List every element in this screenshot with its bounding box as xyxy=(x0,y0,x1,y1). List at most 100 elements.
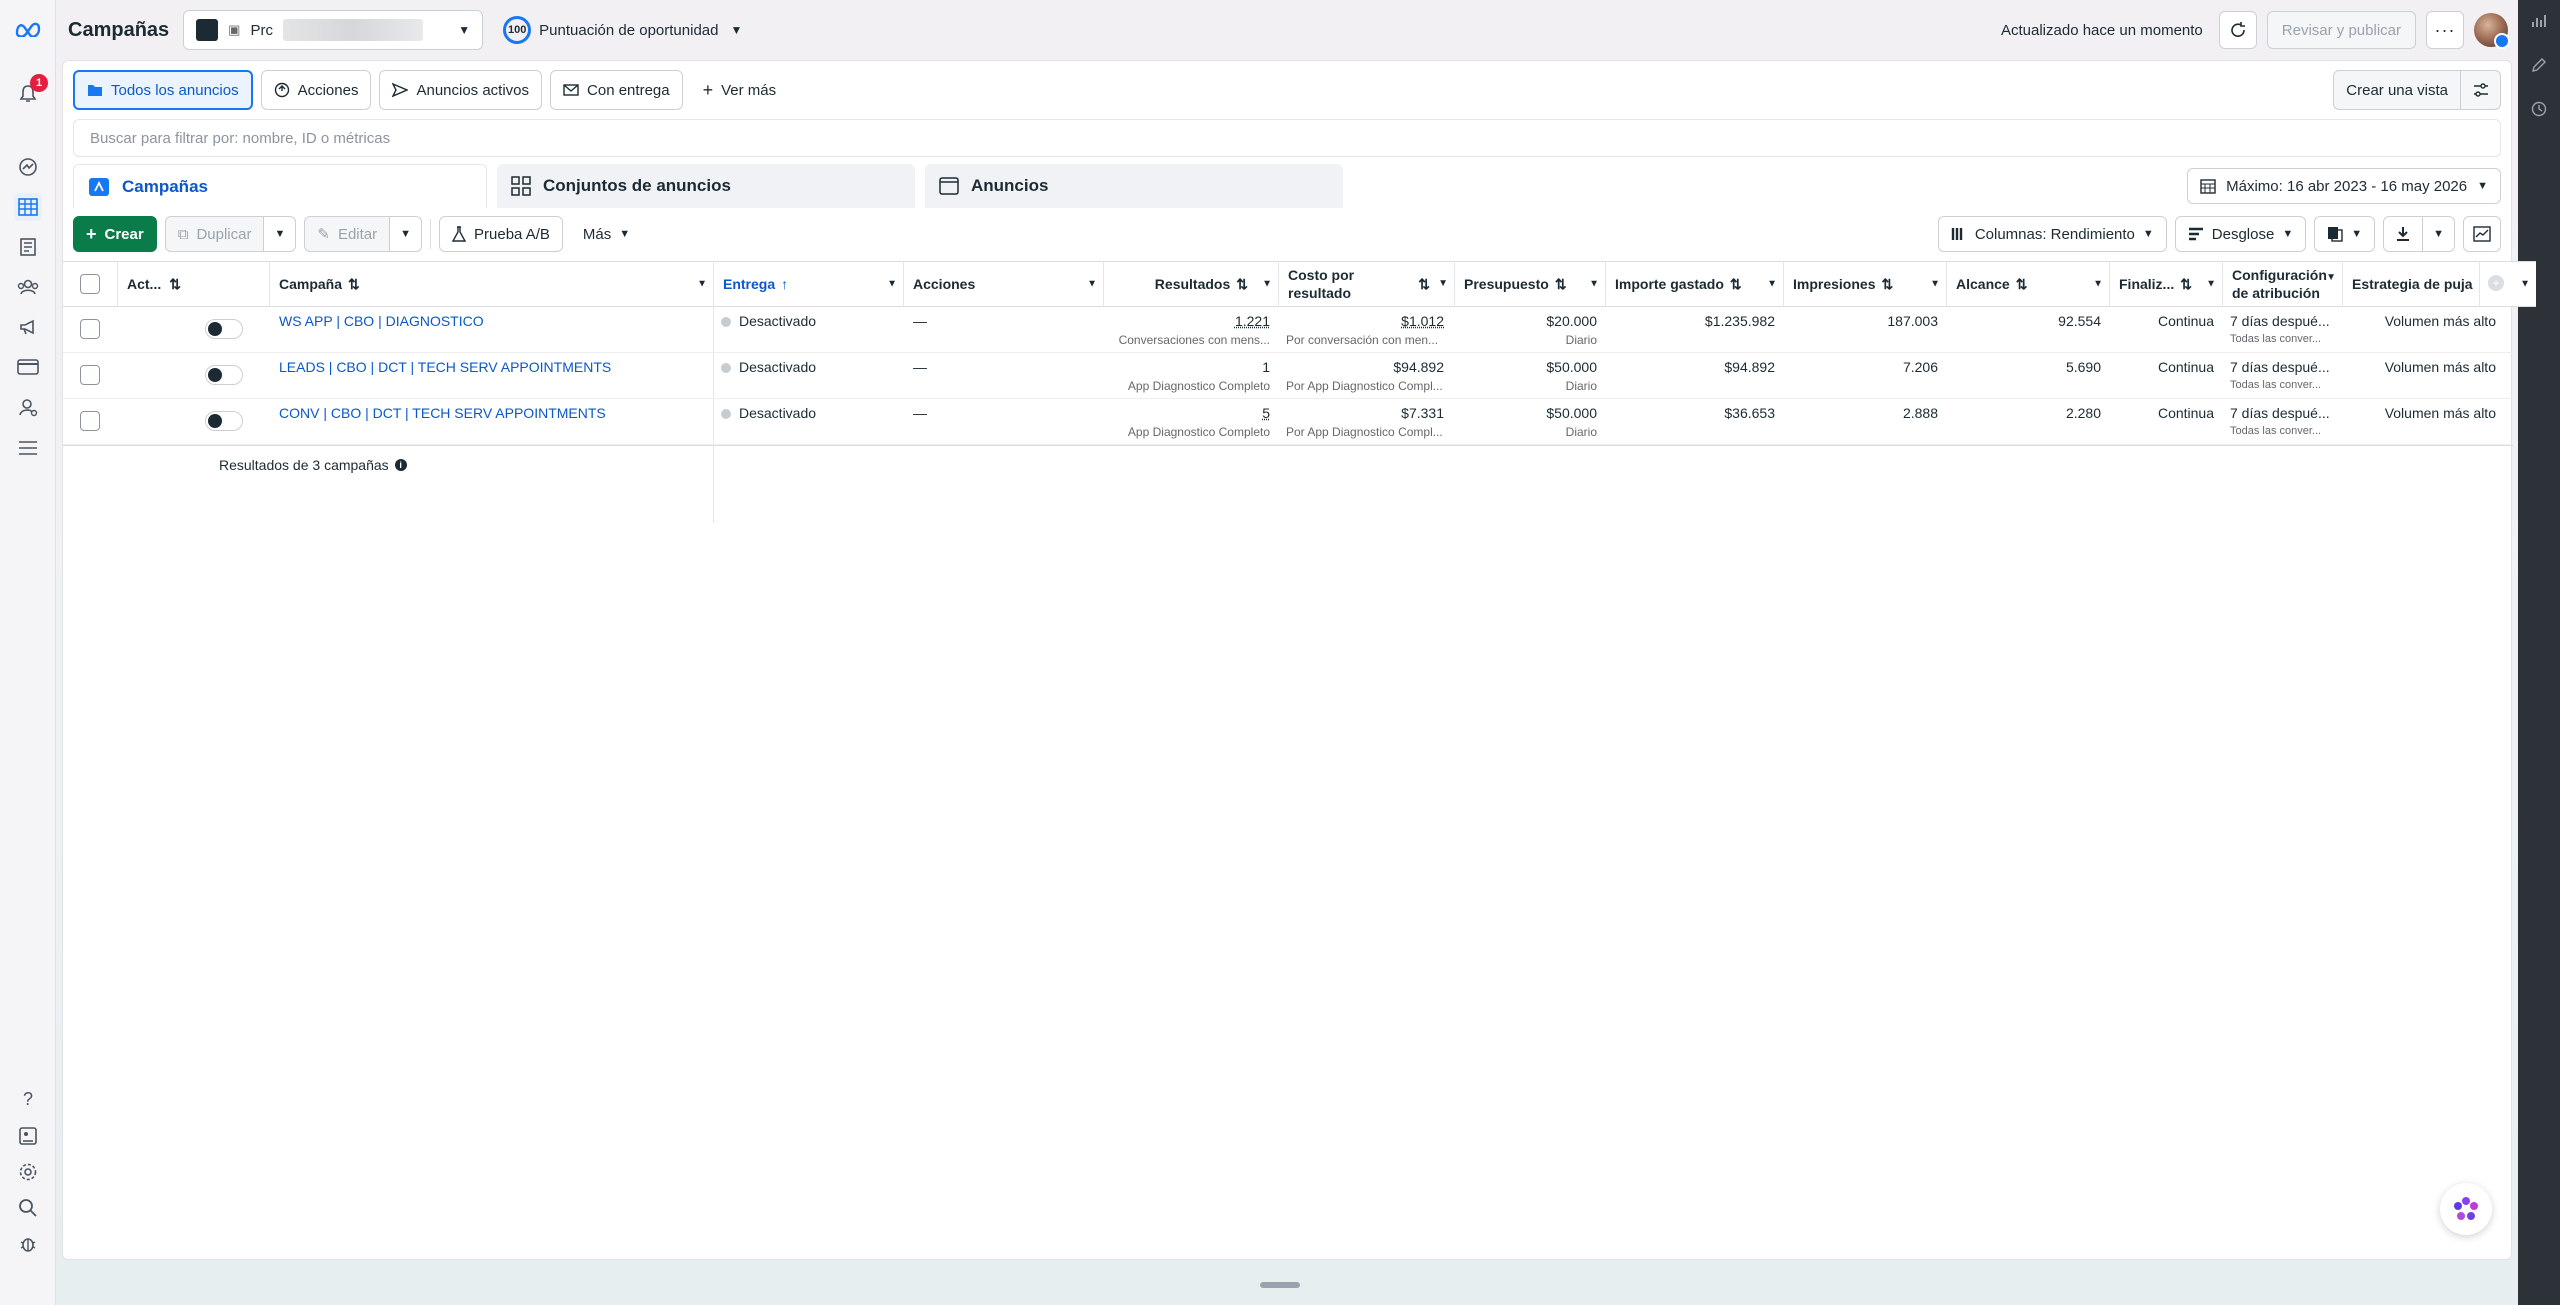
breakdown-button[interactable]: Desglose ▼ xyxy=(2174,216,2307,252)
col-header-actions[interactable]: Acciones ▼ xyxy=(903,261,1103,307)
billing-card-icon[interactable] xyxy=(14,353,42,381)
audience-icon[interactable] xyxy=(14,273,42,301)
people-settings-icon[interactable] xyxy=(14,393,42,421)
results-cell[interactable]: 1.221 Conversaciones con mens... xyxy=(1103,307,1278,353)
filter-with-delivery[interactable]: Con entrega xyxy=(550,70,683,110)
export-button[interactable] xyxy=(2383,216,2424,252)
reports-button[interactable]: ▼ xyxy=(2314,216,2376,252)
col-header-results[interactable]: Resultados ⇅ ▼ xyxy=(1103,261,1278,307)
budget-cell[interactable]: $20.000 Diario xyxy=(1454,307,1605,353)
dashboard-icon[interactable] xyxy=(14,153,42,181)
chart-icon[interactable] xyxy=(2530,12,2548,30)
edit-pencil-icon[interactable] xyxy=(2530,56,2548,74)
search-icon[interactable] xyxy=(14,1194,42,1222)
row-checkbox[interactable] xyxy=(80,411,100,431)
search-input[interactable] xyxy=(90,129,2500,147)
opportunity-score[interactable]: 100 Puntuación de oportunidad ▼ xyxy=(503,16,742,44)
filter-actions-label: Acciones xyxy=(297,81,359,99)
row-checkbox[interactable] xyxy=(80,365,100,385)
chevron-down-icon: ▼ xyxy=(1438,278,1448,289)
refresh-button[interactable] xyxy=(2218,11,2257,49)
meta-logo-icon[interactable] xyxy=(14,15,42,43)
resize-handle[interactable] xyxy=(1260,1282,1300,1288)
attribution-cell: 7 días despué... Todas las conver... xyxy=(2222,353,2342,399)
col-header-reach[interactable]: Alcance ⇅ ▼ xyxy=(1946,261,2109,307)
menu-icon[interactable] xyxy=(14,434,42,462)
ab-test-button[interactable]: Prueba A/B xyxy=(439,216,563,252)
results-cell[interactable]: 1 App Diagnostico Completo xyxy=(1103,353,1278,399)
budget-subtext: Diario xyxy=(1565,379,1597,393)
cost-subtext: Por App Diagnostico Compl... xyxy=(1286,425,1443,439)
col-header-amount-spent[interactable]: Importe gastado ⇅ ▼ xyxy=(1605,261,1783,307)
notifications-bell-icon[interactable]: 1 xyxy=(14,74,48,108)
opportunity-score-value: 100 xyxy=(503,16,532,44)
col-header-bid-strategy[interactable]: Estrategia de puja ▼ xyxy=(2342,261,2536,307)
add-column-icon[interactable]: + xyxy=(2488,275,2504,291)
bug-report-icon[interactable] xyxy=(14,1230,42,1258)
columns-button[interactable]: Columnas: Rendimiento ▼ xyxy=(1937,216,2167,252)
filter-all-ads[interactable]: Todos los anuncios xyxy=(73,70,253,110)
col-header-impressions[interactable]: Impresiones ⇅ ▼ xyxy=(1783,261,1946,307)
select-all-checkbox[interactable] xyxy=(80,274,100,294)
campaign-name-link[interactable]: CONV | CBO | DCT | TECH SERV APPOINTMENT… xyxy=(269,399,713,445)
col-header-cost-line1: Costo por xyxy=(1288,267,1355,283)
report-icon[interactable] xyxy=(14,1122,42,1150)
edit-dropdown[interactable]: ▼ xyxy=(390,216,423,252)
more-button[interactable]: Más ▼ xyxy=(571,216,642,252)
table-row[interactable]: CONV | CBO | DCT | TECH SERV APPOINTMENT… xyxy=(63,399,2513,445)
more-options-button[interactable]: ··· xyxy=(2426,11,2464,49)
campaigns-table-icon[interactable] xyxy=(14,193,42,221)
ai-assistant-button[interactable] xyxy=(2440,1183,2492,1235)
duplicate-dropdown[interactable]: ▼ xyxy=(264,216,297,252)
cost-per-result-cell[interactable]: $7.331 Por App Diagnostico Compl... xyxy=(1278,399,1454,445)
col-header-ends[interactable]: Finaliz... ⇅ ▼ xyxy=(2109,261,2222,307)
col-header-campaign[interactable]: Campaña ⇅ ▼ xyxy=(269,261,713,307)
search-filter-bar[interactable] xyxy=(73,119,2501,157)
tab-ad-sets[interactable]: Conjuntos de anuncios xyxy=(497,164,915,208)
edit-button[interactable]: ✎ Editar xyxy=(304,216,391,252)
duplicate-button[interactable]: ⧉ Duplicar xyxy=(164,216,265,252)
filter-actions[interactable]: Acciones xyxy=(260,70,372,110)
budget-value: $50.000 xyxy=(1546,359,1597,375)
account-selector[interactable]: ▣ Prc ▼ xyxy=(183,10,484,50)
create-button[interactable]: + Crear xyxy=(73,216,157,252)
campaign-on-off-toggle[interactable] xyxy=(205,411,243,431)
create-view-button[interactable]: Crear una vista xyxy=(2333,70,2461,110)
col-header-cost-per-result[interactable]: Costo por resultado ⇅ ▼ xyxy=(1278,261,1454,307)
charts-toggle-button[interactable] xyxy=(2463,216,2501,252)
view-settings-button[interactable] xyxy=(2461,70,2501,110)
chevron-down-icon: ▼ xyxy=(1767,278,1777,290)
filter-active-ads[interactable]: Anuncios activos xyxy=(379,70,543,110)
cost-per-result-cell[interactable]: $1.012 Por conversación con men... xyxy=(1278,307,1454,353)
help-icon[interactable]: ? xyxy=(14,1085,42,1113)
review-publish-button[interactable]: Revisar y publicar xyxy=(2266,11,2416,49)
row-checkbox[interactable] xyxy=(80,319,100,339)
history-clock-icon[interactable] xyxy=(2530,100,2548,118)
results-cell[interactable]: 5 App Diagnostico Completo xyxy=(1103,399,1278,445)
budget-cell[interactable]: $50.000 Diario xyxy=(1454,399,1605,445)
filter-see-more[interactable]: + Ver más xyxy=(691,70,789,110)
info-icon[interactable]: i xyxy=(394,459,407,471)
col-header-budget[interactable]: Presupuesto ⇅ ▼ xyxy=(1454,261,1605,307)
table-row[interactable]: LEADS | CBO | DCT | TECH SERV APPOINTMEN… xyxy=(63,353,2513,399)
user-avatar[interactable] xyxy=(2474,13,2510,49)
tab-ads[interactable]: Anuncios xyxy=(925,164,1343,208)
budget-cell[interactable]: $50.000 Diario xyxy=(1454,353,1605,399)
megaphone-icon[interactable] xyxy=(14,313,42,341)
export-dropdown[interactable]: ▼ xyxy=(2423,216,2455,252)
campaign-name-link[interactable]: WS APP | CBO | DIAGNOSTICO xyxy=(269,307,713,353)
cost-per-result-cell[interactable]: $94.892 Por App Diagnostico Compl... xyxy=(1278,353,1454,399)
col-header-delivery[interactable]: Entrega ↑ ▼ xyxy=(713,261,903,307)
date-range-picker[interactable]: Máximo: 16 abr 2023 - 16 may 2026 ▼ xyxy=(2187,168,2501,204)
settings-gear-icon[interactable] xyxy=(14,1158,42,1186)
status-dot xyxy=(721,409,731,420)
catalog-icon[interactable] xyxy=(14,233,42,261)
delivery-cell: Desactivado xyxy=(713,353,903,399)
col-header-active[interactable]: Act... ⇅ xyxy=(117,261,269,307)
col-header-attribution[interactable]: Configuración de atribución ▼ xyxy=(2222,261,2342,307)
campaign-on-off-toggle[interactable] xyxy=(205,365,243,385)
campaign-name-link[interactable]: LEADS | CBO | DCT | TECH SERV APPOINTMEN… xyxy=(269,353,713,399)
tab-campaigns[interactable]: Campañas xyxy=(73,164,487,208)
table-row[interactable]: WS APP | CBO | DIAGNOSTICO Desactivado —… xyxy=(63,307,2513,353)
campaign-on-off-toggle[interactable] xyxy=(205,319,243,339)
